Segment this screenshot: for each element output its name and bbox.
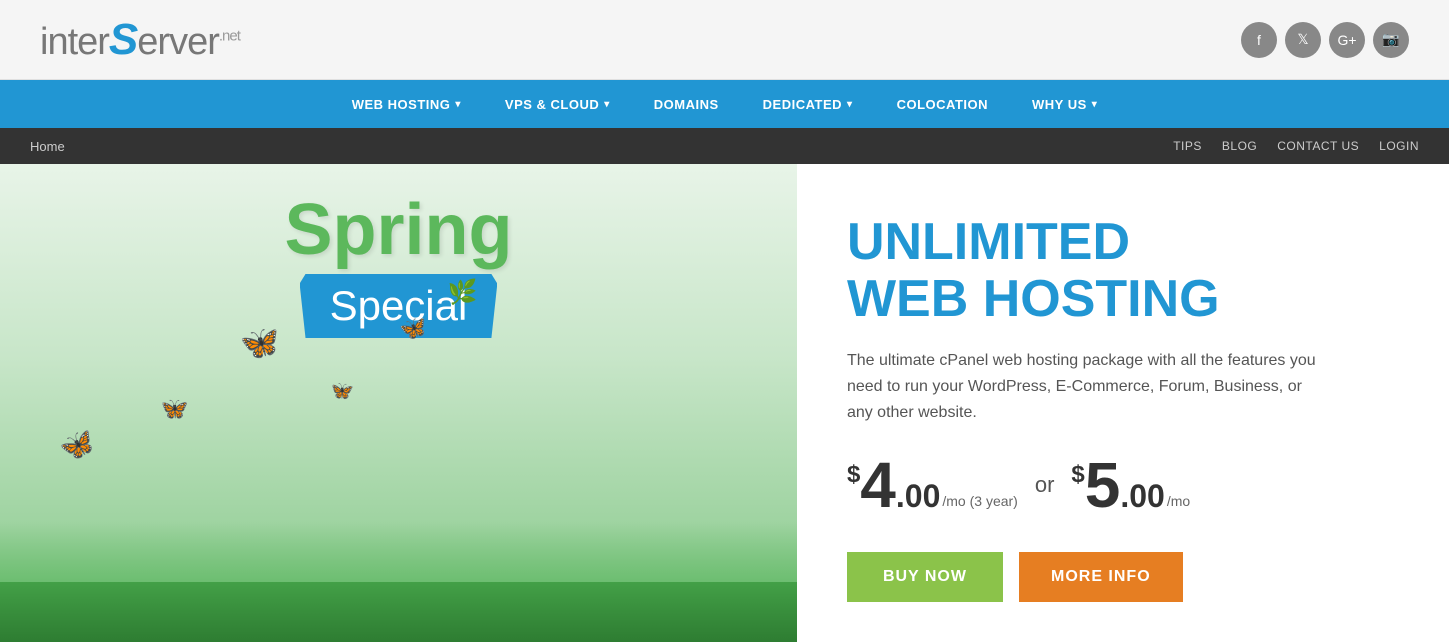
why-us-arrow-icon: ▾ bbox=[1092, 99, 1098, 110]
leaf-icon: 🌿 bbox=[447, 278, 477, 307]
dedicated-arrow-icon: ▾ bbox=[847, 99, 853, 110]
dollar-sign-2: $ bbox=[1071, 461, 1084, 489]
nav-dedicated[interactable]: DEDICATED ▾ bbox=[741, 80, 875, 128]
promo-image: Spring Special 🌿 🦋 🦋 🦋 🦋 🦋 bbox=[0, 164, 797, 642]
butterfly-1: 🦋 bbox=[55, 424, 99, 467]
logo[interactable]: interServer.net bbox=[40, 15, 240, 65]
price-period-2: /mo bbox=[1167, 493, 1190, 509]
main-content: Spring Special 🌿 🦋 🦋 🦋 🦋 🦋 UNLIMITED WEB… bbox=[0, 164, 1449, 642]
nav-web-hosting[interactable]: WEB HOSTING ▾ bbox=[330, 80, 483, 128]
buy-now-button[interactable]: BUY NOW bbox=[847, 552, 1003, 602]
secondary-links: TIPS BLOG CONTACT US LOGIN bbox=[1173, 139, 1419, 153]
price-main-2: 5.00 bbox=[1085, 453, 1165, 517]
flowers-area bbox=[0, 522, 797, 642]
price-block-2: $ 5.00 /mo bbox=[1071, 453, 1190, 517]
spring-special-art: Spring Special 🌿 bbox=[198, 194, 598, 338]
price-main-1: 4.00 bbox=[860, 453, 940, 517]
more-info-button[interactable]: MORE INFO bbox=[1019, 552, 1183, 602]
header: interServer.net f 𝕏 G+ 📷 bbox=[0, 0, 1449, 80]
breadcrumb[interactable]: Home bbox=[30, 139, 65, 154]
butterfly-2: 🦋 bbox=[158, 394, 190, 424]
logo-text: interServer.net bbox=[40, 15, 240, 65]
tips-link[interactable]: TIPS bbox=[1173, 139, 1202, 153]
pricing: $ 4.00 /mo (3 year) or $ 5.00 /mo bbox=[847, 453, 1399, 517]
nav-colocation[interactable]: COLOCATION bbox=[875, 80, 1010, 128]
hosting-title: UNLIMITED WEB HOSTING bbox=[847, 214, 1399, 328]
butterfly-4: 🦋 bbox=[328, 379, 355, 405]
blog-link[interactable]: BLOG bbox=[1222, 139, 1257, 153]
nav-why-us[interactable]: WHY US ▾ bbox=[1010, 80, 1119, 128]
instagram-icon[interactable]: 📷 bbox=[1373, 22, 1409, 58]
price-block-1: $ 4.00 /mo (3 year) bbox=[847, 453, 1018, 517]
hosting-description: The ultimate cPanel web hosting package … bbox=[847, 348, 1327, 425]
facebook-icon[interactable]: f bbox=[1241, 22, 1277, 58]
vps-cloud-arrow-icon: ▾ bbox=[604, 99, 610, 110]
dollar-sign-1: $ bbox=[847, 461, 860, 489]
special-banner: Special 🌿 bbox=[300, 274, 498, 338]
butterfly-3: 🦋 bbox=[238, 322, 281, 363]
butterfly-5: 🦋 bbox=[398, 314, 430, 344]
twitter-icon[interactable]: 𝕏 bbox=[1285, 22, 1321, 58]
buttons: BUY NOW MORE INFO bbox=[847, 552, 1399, 602]
main-nav: WEB HOSTING ▾ VPS & CLOUD ▾ DOMAINS DEDI… bbox=[0, 80, 1449, 128]
login-link[interactable]: LOGIN bbox=[1379, 139, 1419, 153]
nav-vps-cloud[interactable]: VPS & CLOUD ▾ bbox=[483, 80, 632, 128]
web-hosting-arrow-icon: ▾ bbox=[455, 99, 461, 110]
promo-text: UNLIMITED WEB HOSTING The ultimate cPane… bbox=[797, 164, 1449, 642]
grass bbox=[0, 582, 797, 642]
price-period-1: /mo (3 year) bbox=[942, 493, 1017, 509]
google-plus-icon[interactable]: G+ bbox=[1329, 22, 1365, 58]
secondary-nav: Home TIPS BLOG CONTACT US LOGIN bbox=[0, 128, 1449, 164]
price-or: or bbox=[1035, 472, 1055, 498]
spring-text: Spring bbox=[198, 194, 598, 266]
social-icons: f 𝕏 G+ 📷 bbox=[1241, 22, 1409, 58]
contact-us-link[interactable]: CONTACT US bbox=[1277, 139, 1359, 153]
nav-domains[interactable]: DOMAINS bbox=[632, 80, 741, 128]
